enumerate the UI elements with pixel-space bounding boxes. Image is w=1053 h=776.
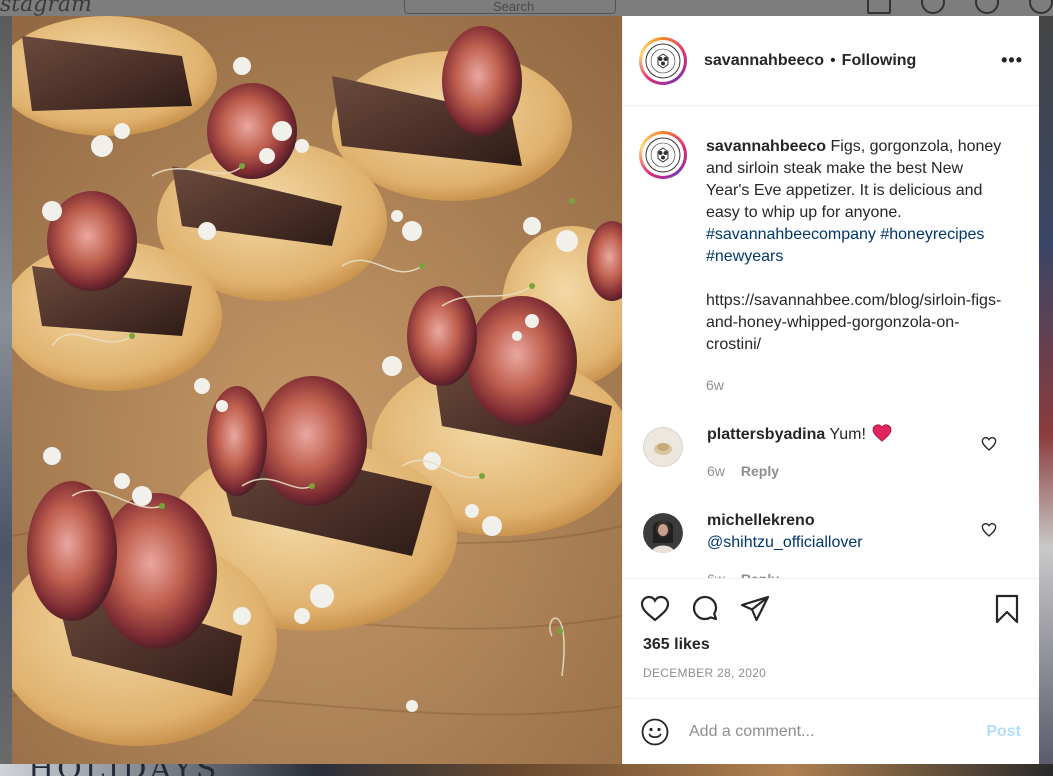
- comment-item: plattersbyadina Yum! 6w Reply: [639, 418, 1023, 482]
- comments-list[interactable]: savannahbeeco Figs, gorgonzola, honey an…: [623, 106, 1039, 578]
- comment-username[interactable]: michellekreno: [707, 510, 863, 532]
- post-header: savannahbeeco • Following •••: [623, 16, 1039, 106]
- post-modal: savannahbeeco • Following ••• savannahbe…: [12, 16, 1039, 764]
- save-bookmark-icon[interactable]: [991, 593, 1023, 625]
- activity-icon: [1029, 0, 1053, 14]
- commenter-avatar[interactable]: [643, 513, 683, 553]
- caption-body: savannahbeeco Figs, gorgonzola, honey an…: [706, 136, 1006, 396]
- post-photo[interactable]: [12, 16, 622, 764]
- comment-text: Yum!: [829, 426, 866, 443]
- savannah-bee-logo-icon: [645, 43, 681, 78]
- comment-time[interactable]: 6w: [707, 568, 725, 578]
- caption-avatar[interactable]: [639, 131, 687, 179]
- hashtag-newyears[interactable]: #newyears: [706, 248, 783, 265]
- author-avatar[interactable]: [639, 36, 687, 85]
- comment-username[interactable]: plattersbyadina: [707, 426, 825, 443]
- background-tile-left: [0, 16, 12, 776]
- comment-bubble-icon[interactable]: [689, 593, 721, 625]
- emoji-smiley-icon[interactable]: [641, 718, 669, 746]
- comment-like-heart-icon[interactable]: [981, 436, 997, 452]
- post-photo-image: [12, 16, 622, 764]
- header-separator: •: [830, 51, 836, 69]
- hashtag-savannahbeecompany[interactable]: #savannahbeecompany: [706, 226, 876, 243]
- post-actions: 365 likes DECEMBER 28, 2020: [623, 578, 1039, 698]
- michelle-avatar-image: [643, 513, 683, 553]
- messenger-icon: [921, 0, 945, 14]
- like-heart-icon[interactable]: [639, 593, 671, 625]
- background-tile-right: [1039, 16, 1053, 776]
- author-username[interactable]: savannahbeeco: [704, 52, 824, 70]
- red-heart-icon: [872, 424, 892, 442]
- comment-mention[interactable]: @shihtzu_officiallover: [707, 532, 863, 554]
- background-logo: stagram: [0, 0, 92, 17]
- comment-like-heart-icon[interactable]: [981, 522, 997, 538]
- explore-icon: [975, 0, 999, 14]
- add-comment-input[interactable]: [689, 722, 987, 741]
- comment-time[interactable]: 6w: [707, 460, 725, 482]
- savannah-bee-logo-icon: [645, 137, 681, 173]
- home-icon: [867, 0, 891, 14]
- platters-avatar-image: [643, 427, 683, 467]
- caption-url: https://savannahbee.com/blog/sirloin-fig…: [706, 292, 1002, 353]
- comment-item: michellekreno @shihtzu_officiallover 6w …: [639, 504, 1023, 578]
- reply-button[interactable]: Reply: [741, 568, 779, 578]
- post-date[interactable]: DECEMBER 28, 2020: [643, 666, 1023, 680]
- caption: savannahbeeco Figs, gorgonzola, honey an…: [639, 122, 1023, 396]
- background-nav: [867, 0, 1053, 14]
- background-search: Search: [404, 0, 616, 14]
- caption-username[interactable]: savannahbeeco: [706, 138, 826, 155]
- caption-time[interactable]: 6w: [706, 374, 1006, 396]
- hashtag-honeyrecipes[interactable]: #honeyrecipes: [880, 226, 984, 243]
- add-comment-bar: Post: [623, 698, 1039, 764]
- commenter-avatar[interactable]: [643, 427, 683, 467]
- more-options-icon[interactable]: •••: [1001, 50, 1023, 71]
- reply-button[interactable]: Reply: [741, 460, 779, 482]
- share-send-icon[interactable]: [739, 593, 771, 625]
- likes-count[interactable]: 365 likes: [643, 636, 1023, 654]
- post-comment-button[interactable]: Post: [986, 723, 1021, 741]
- post-panel: savannahbeeco • Following ••• savannahbe…: [622, 16, 1039, 764]
- follow-status-button[interactable]: Following: [842, 52, 917, 70]
